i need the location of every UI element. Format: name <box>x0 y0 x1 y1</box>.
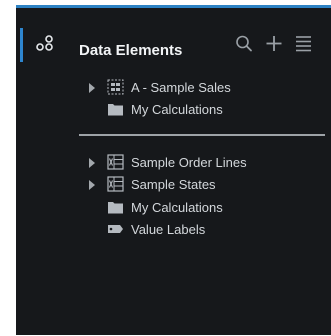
plus-icon[interactable] <box>265 34 283 54</box>
tree-item-my-calculations[interactable]: My Calculations <box>16 100 331 120</box>
tree-item-value-labels[interactable]: Value Labels <box>16 220 331 240</box>
data-elements-panel: Data Elements A - Sample Sales My Calcul… <box>16 5 331 335</box>
section-divider <box>79 134 325 136</box>
tree-item-label: Sample Order Lines <box>131 155 247 170</box>
expand-caret-icon[interactable] <box>89 180 95 190</box>
spreadsheet-icon <box>107 154 124 170</box>
tree-item-sample-states[interactable]: Sample States <box>16 175 331 195</box>
tree-item-sample-order-lines[interactable]: Sample Order Lines <box>16 153 331 173</box>
tree-item-label: Sample States <box>131 177 216 192</box>
tree-item-a-sample-sales[interactable]: A - Sample Sales <box>16 78 331 98</box>
folder-icon <box>108 104 123 116</box>
tree-item-my-calculations-2[interactable]: My Calculations <box>16 198 331 218</box>
active-indicator <box>20 28 23 62</box>
expand-caret-icon[interactable] <box>89 158 95 168</box>
expand-caret-icon[interactable] <box>89 83 95 93</box>
tag-icon <box>108 225 123 233</box>
tree-item-label: My Calculations <box>131 102 223 117</box>
hamburger-menu-icon[interactable] <box>295 34 313 54</box>
panel-title: Data Elements <box>79 42 183 59</box>
search-icon[interactable] <box>235 34 253 54</box>
data-elements-icon[interactable] <box>34 34 56 56</box>
subject-area-icon <box>107 79 124 95</box>
tree-item-label: My Calculations <box>131 200 223 215</box>
tree-item-label: A - Sample Sales <box>131 80 231 95</box>
spreadsheet-icon <box>107 176 124 192</box>
folder-icon <box>108 202 123 214</box>
tree-item-label: Value Labels <box>131 222 206 237</box>
